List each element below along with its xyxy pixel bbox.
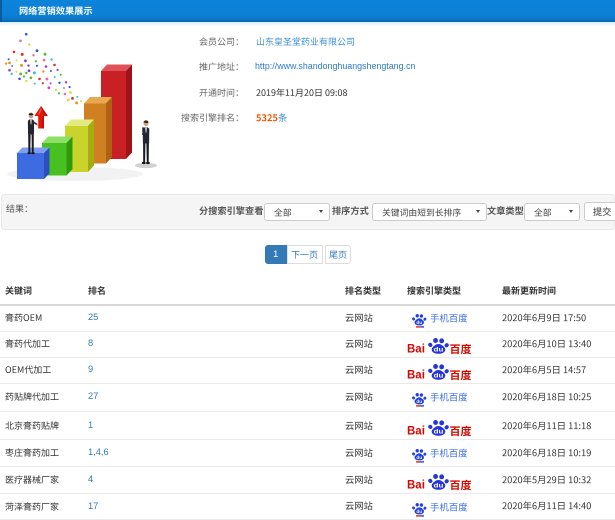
svg-text:du: du	[416, 455, 422, 460]
svg-text:Bai: Bai	[407, 425, 425, 437]
svg-text:du: du	[433, 371, 443, 379]
svg-text:Bai: Bai	[407, 479, 425, 491]
svg-text:du: du	[416, 509, 422, 514]
svg-text:du: du	[433, 481, 443, 489]
svg-text:du: du	[433, 345, 443, 353]
svg-text:Bai: Bai	[407, 343, 425, 355]
svg-text:Bai: Bai	[407, 370, 425, 382]
svg-text:du: du	[416, 321, 422, 326]
svg-text:du: du	[433, 427, 443, 435]
svg-text:du: du	[416, 399, 422, 404]
